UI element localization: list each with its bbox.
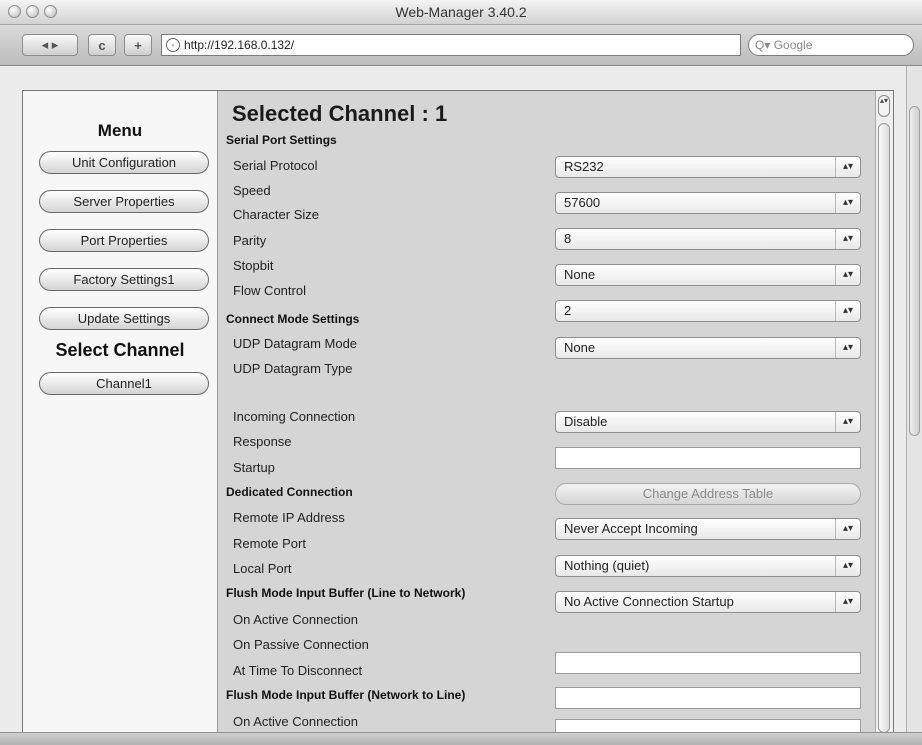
speed-label: Speed: [233, 183, 271, 198]
server-properties-button[interactable]: Server Properties: [39, 190, 209, 213]
flow-control-select[interactable]: None ▴▾: [555, 337, 861, 359]
select-arrows-icon: ▴▾: [835, 229, 860, 249]
select-value: RS232: [564, 159, 604, 174]
select-arrows-icon: ▴▾: [835, 519, 860, 539]
local-port-label: Local Port: [233, 561, 292, 576]
flow-control-label: Flow Control: [233, 283, 306, 298]
address-bar[interactable]: http://192.168.0.132/: [161, 34, 741, 56]
character-size-label: Character Size: [233, 207, 319, 222]
flush-line-to-network-heading: Flush Mode Input Buffer (Line to Network…: [226, 586, 466, 600]
settings-panel: Selected Channel : 1 Serial Port Setting…: [218, 91, 875, 741]
status-bar: [0, 732, 922, 745]
select-value: Nothing (quiet): [564, 558, 650, 573]
select-arrows-icon: ▴▾: [835, 157, 860, 177]
on-passive-connection-label: On Passive Connection: [233, 637, 369, 652]
select-arrows-icon: ▴▾: [835, 412, 860, 432]
search-field[interactable]: Q▾ Google: [748, 34, 914, 56]
select-value: None: [564, 340, 596, 355]
udp-datagram-mode-label: UDP Datagram Mode: [233, 336, 358, 351]
select-value: 57600: [564, 195, 601, 210]
unit-configuration-button[interactable]: Unit Configuration: [39, 151, 209, 174]
remote-ip-address-label: Remote IP Address: [233, 510, 345, 525]
reload-button[interactable]: c: [88, 34, 116, 56]
add-bookmark-button[interactable]: +: [124, 34, 152, 56]
flush-network-to-line-heading: Flush Mode Input Buffer (Network to Line…: [226, 688, 466, 702]
dedicated-connection-heading: Dedicated Connection: [226, 485, 353, 499]
remote-ip-address-input[interactable]: [555, 652, 861, 674]
select-arrows-icon: ▴▾: [835, 338, 860, 358]
select-channel-heading: Select Channel: [55, 340, 185, 360]
remote-port-label: Remote Port: [233, 536, 306, 551]
channel1-button[interactable]: Channel1: [39, 372, 209, 395]
select-arrows-icon: ▴▾: [835, 193, 860, 213]
frame-scroll-thumb[interactable]: [878, 123, 890, 733]
select-value: Disable: [564, 414, 608, 429]
select-arrows-icon: ▴▾: [835, 592, 860, 612]
web-manager-frame: Menu Unit Configuration Server Propertie…: [22, 90, 894, 742]
scroll-arrows-icon[interactable]: ▴▾: [878, 95, 890, 117]
page-title: Selected Channel : 1: [232, 101, 448, 126]
frame-scrollbar[interactable]: ▴▾: [875, 91, 893, 741]
startup-select[interactable]: No Active Connection Startup ▴▾: [555, 591, 861, 613]
globe-icon: ◦: [166, 38, 180, 52]
select-value: 8: [564, 231, 572, 246]
response-select[interactable]: Nothing (quiet) ▴▾: [555, 555, 861, 577]
select-value: Never Accept Incoming: [564, 521, 698, 536]
back-forward-button[interactable]: ◂ ▸: [22, 34, 78, 56]
select-value: None: [564, 267, 596, 282]
serial-port-settings-heading: Serial Port Settings: [226, 133, 337, 147]
update-settings-button[interactable]: Update Settings: [39, 307, 209, 330]
stopbit-select[interactable]: 2 ▴▾: [555, 300, 861, 322]
serial-protocol-select[interactable]: RS232 ▴▾: [555, 156, 861, 178]
parity-select[interactable]: None ▴▾: [555, 264, 861, 286]
udp-datagram-type-input[interactable]: [555, 447, 861, 469]
select-value: No Active Connection Startup: [564, 594, 734, 609]
at-time-to-disconnect-label: At Time To Disconnect: [233, 663, 363, 678]
browser-toolbar: ◂ ▸ c + http://192.168.0.132/ ◦ Q▾ Googl…: [0, 25, 922, 66]
response-label: Response: [233, 434, 292, 449]
incoming-connection-label: Incoming Connection: [233, 409, 356, 424]
on-active-connection-label: On Active Connection: [233, 612, 359, 627]
select-arrows-icon: ▴▾: [835, 556, 860, 576]
remote-port-input[interactable]: [555, 687, 861, 709]
serial-protocol-label: Serial Protocol: [233, 158, 318, 173]
menu-panel: Menu Unit Configuration Server Propertie…: [23, 91, 218, 741]
select-value: 2: [564, 303, 572, 318]
window-title: Web-Manager 3.40.2: [395, 4, 527, 20]
port-properties-button[interactable]: Port Properties: [39, 229, 209, 252]
incoming-connection-select[interactable]: Never Accept Incoming ▴▾: [555, 518, 861, 540]
speed-select[interactable]: 57600 ▴▾: [555, 192, 861, 214]
browser-scrollbar[interactable]: [906, 66, 922, 732]
connect-mode-settings-heading: Connect Mode Settings: [226, 312, 360, 326]
udp-datagram-mode-select[interactable]: Disable ▴▾: [555, 411, 861, 433]
menu-heading: Menu: [97, 121, 143, 140]
browser-scroll-thumb[interactable]: [909, 106, 920, 436]
change-address-table-button[interactable]: Change Address Table: [555, 483, 861, 505]
select-arrows-icon: ▴▾: [835, 265, 860, 285]
udp-datagram-type-label: UDP Datagram Type: [233, 361, 353, 376]
factory-settings-button[interactable]: Factory Settings1: [39, 268, 209, 291]
on-active-connection-label-2: On Active Connection: [233, 714, 359, 729]
stopbit-label: Stopbit: [233, 258, 274, 273]
parity-label: Parity: [233, 233, 267, 248]
startup-label: Startup: [233, 460, 275, 475]
title-bar: Web-Manager 3.40.2: [0, 0, 922, 25]
browser-window: Web-Manager 3.40.2 ◂ ▸ c + http://192.16…: [0, 0, 922, 745]
character-size-select[interactable]: 8 ▴▾: [555, 228, 861, 250]
select-arrows-icon: ▴▾: [835, 301, 860, 321]
